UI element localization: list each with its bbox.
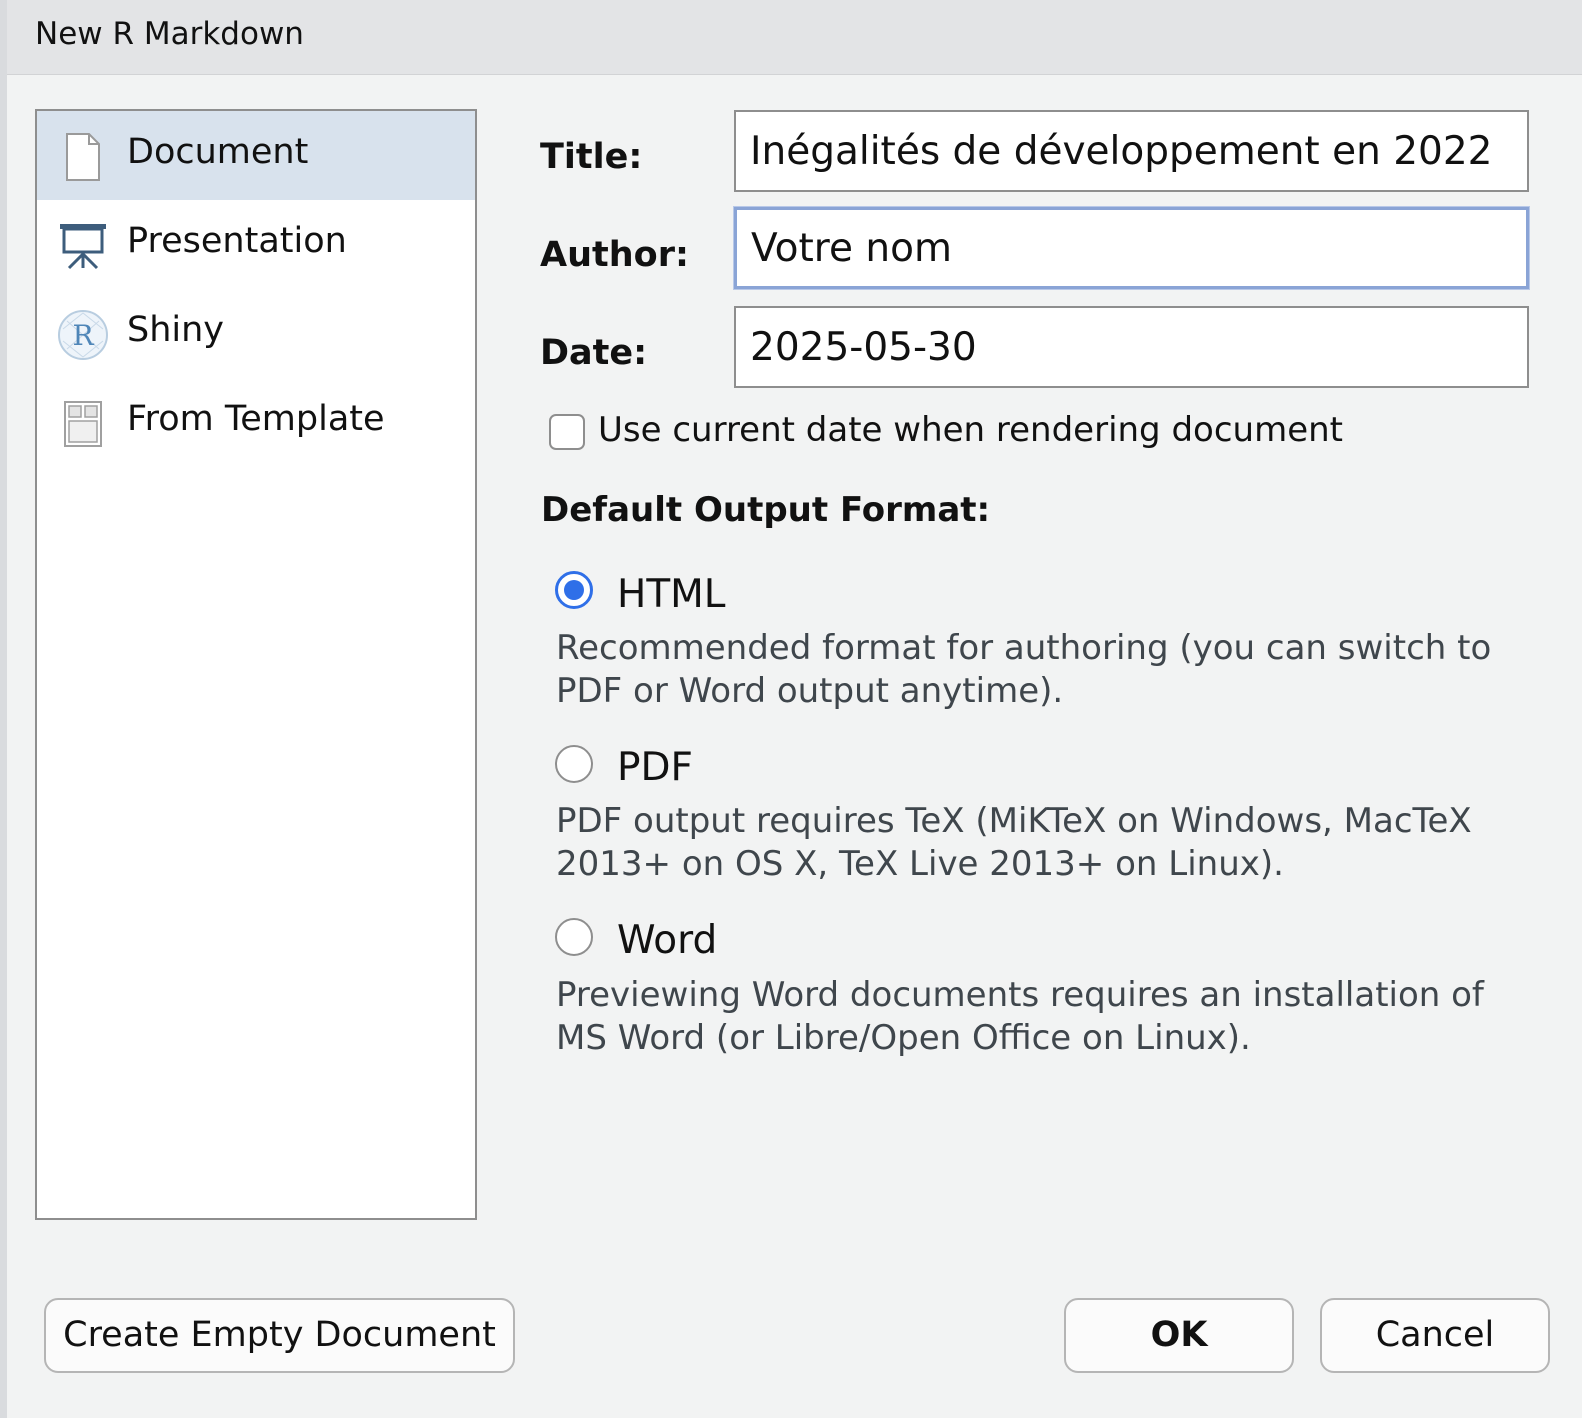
pdf-description: PDF output requires TeX (MiKTeX on Windo… — [556, 800, 1526, 886]
new-rmarkdown-dialog: New R Markdown Document Presentation R S… — [0, 0, 1582, 1418]
word-description: Previewing Word documents requires an in… — [556, 974, 1526, 1060]
cancel-button[interactable]: Cancel — [1320, 1298, 1550, 1373]
pdf-radio[interactable] — [555, 745, 593, 783]
output-format-heading: Default Output Format: — [541, 490, 991, 530]
pdf-radio-label[interactable]: PDF — [617, 745, 693, 790]
shiny-r-icon: R — [58, 310, 108, 360]
svg-text:R: R — [72, 319, 94, 352]
html-radio[interactable] — [555, 571, 593, 609]
word-radio[interactable] — [555, 918, 593, 956]
document-type-list: Document Presentation R Shiny From Templ… — [35, 109, 477, 1220]
description-line: Previewing Word documents requires an in… — [556, 975, 1484, 1015]
document-icon — [66, 133, 100, 181]
title-field[interactable] — [734, 110, 1529, 192]
description-line: MS Word (or Libre/Open Office on Linux). — [556, 1018, 1251, 1058]
presentation-easel-icon — [60, 224, 106, 270]
type-item-from-template[interactable]: From Template — [37, 378, 475, 467]
dialog-titlebar: New R Markdown — [7, 0, 1582, 75]
ok-button[interactable]: OK — [1064, 1298, 1294, 1373]
author-field[interactable] — [734, 207, 1529, 289]
html-description: Recommended format for authoring (you ca… — [556, 627, 1526, 713]
type-item-label: From Template — [127, 399, 385, 439]
description-line: Recommended format for authoring (you ca… — [556, 628, 1492, 668]
type-item-label: Shiny — [127, 310, 225, 350]
type-item-label: Document — [127, 132, 309, 172]
description-line: PDF or Word output anytime). — [556, 671, 1064, 711]
date-label: Date: — [540, 333, 648, 373]
type-item-document[interactable]: Document — [37, 111, 475, 200]
create-empty-document-button[interactable]: Create Empty Document — [44, 1298, 515, 1373]
type-item-presentation[interactable]: Presentation — [37, 200, 475, 289]
word-radio-label[interactable]: Word — [617, 918, 717, 963]
use-current-date-label[interactable]: Use current date when rendering document — [598, 410, 1343, 450]
background-window-edge — [0, 0, 7, 1418]
html-radio-label[interactable]: HTML — [617, 572, 726, 617]
description-line: 2013+ on OS X, TeX Live 2013+ on Linux). — [556, 844, 1284, 884]
date-field[interactable] — [734, 306, 1529, 388]
use-current-date-checkbox[interactable] — [549, 414, 585, 450]
type-item-label: Presentation — [127, 221, 347, 261]
template-icon — [64, 401, 102, 447]
dialog-title: New R Markdown — [35, 16, 304, 52]
type-item-shiny[interactable]: R Shiny — [37, 289, 475, 378]
author-label: Author: — [540, 235, 689, 275]
description-line: PDF output requires TeX (MiKTeX on Windo… — [556, 801, 1472, 841]
title-label: Title: — [540, 137, 643, 177]
